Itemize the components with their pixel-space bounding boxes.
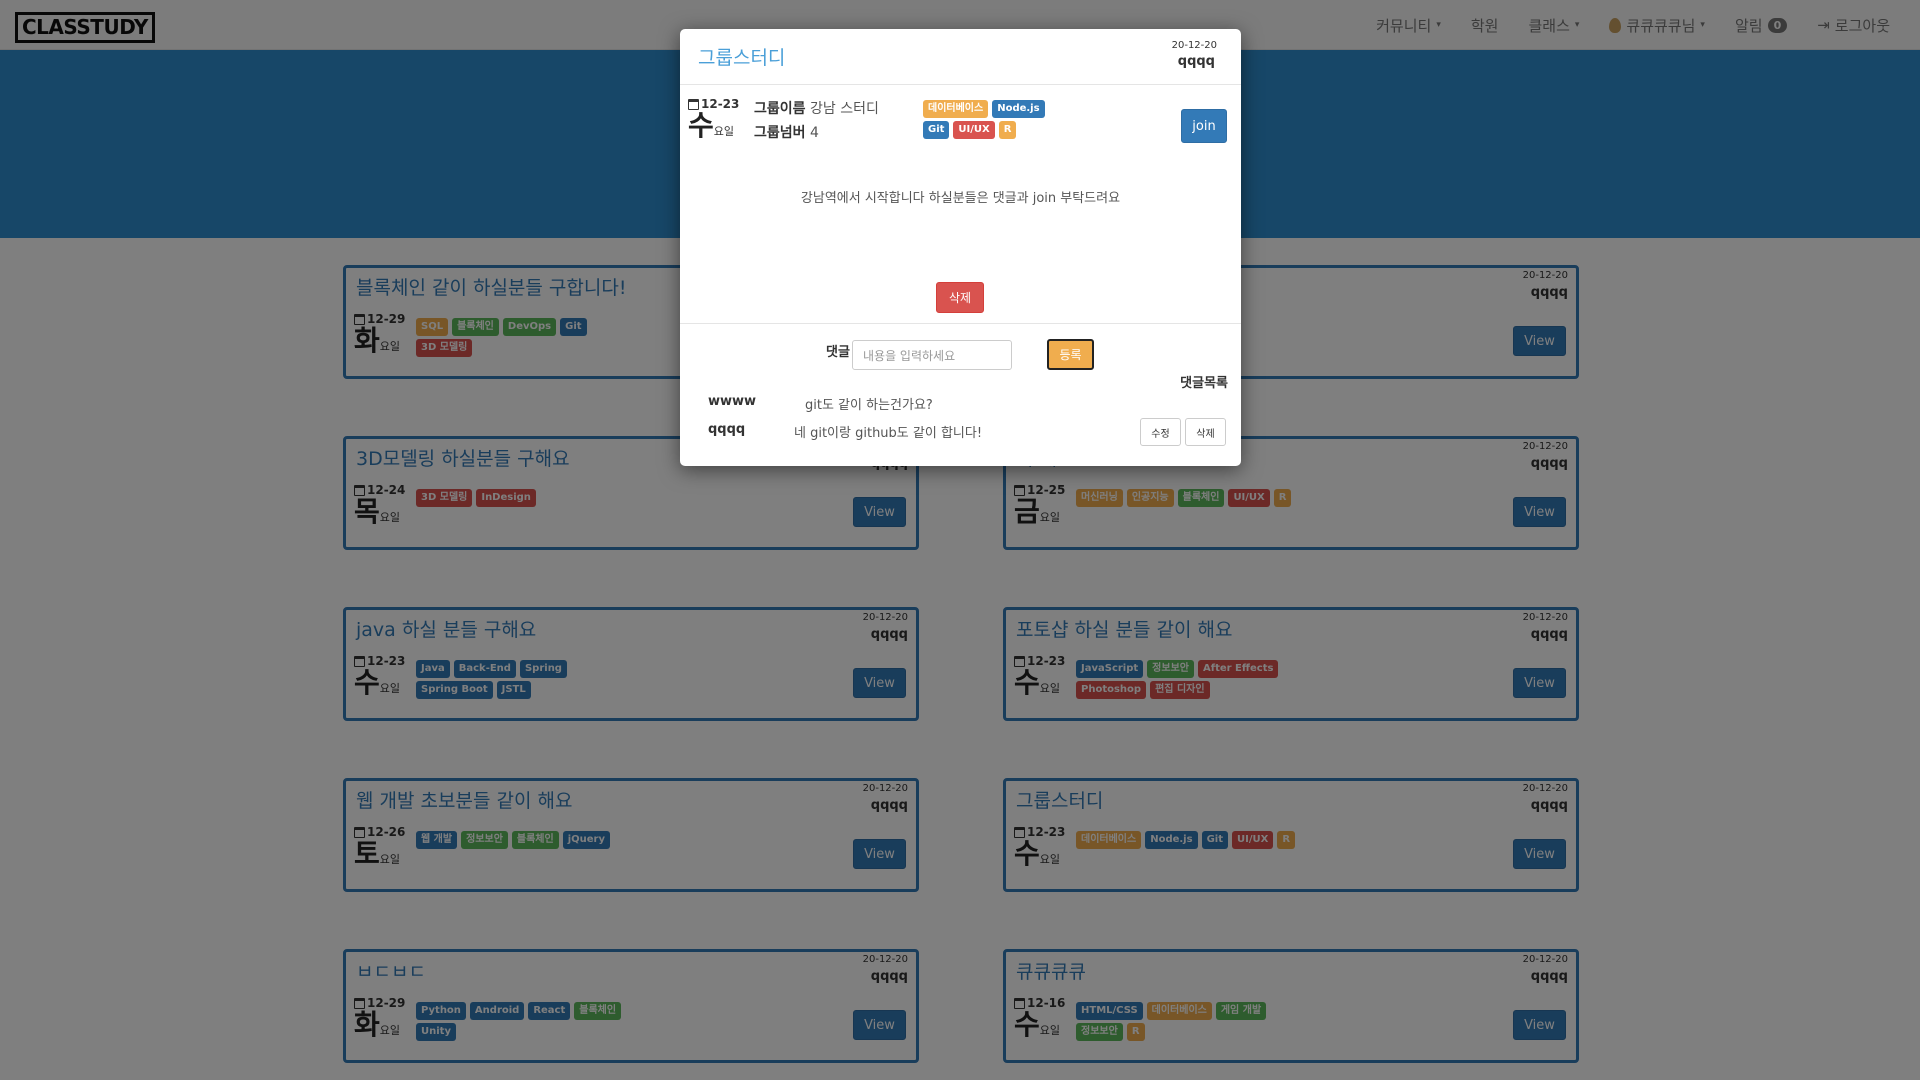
group-name-label: 그룹이름	[754, 101, 806, 117]
modal-posted-date: 20-12-20	[1171, 40, 1217, 51]
calendar-icon	[688, 98, 699, 110]
comment-row: wwww git도 같이 하는건가요?	[680, 390, 1241, 414]
tech-tag: Node.js	[992, 100, 1045, 118]
edit-comment-button[interactable]: 수정	[1140, 418, 1181, 446]
tech-tag: Git	[923, 121, 950, 139]
join-button[interactable]: join	[1181, 109, 1227, 143]
modal-day: 12-23 수요일	[688, 97, 743, 141]
comment-input[interactable]: 내용을 입력하세요	[852, 340, 1012, 370]
comment-text: git도 같이 하는건가요?	[805, 398, 933, 413]
study-detail-modal: 그룹스터디 20-12-20 qqqq 12-23 수요일 그룹이름 강남 스터…	[680, 29, 1241, 466]
tech-tag: R	[998, 121, 1017, 139]
comment-text: 네 git이랑 github도 같이 합니다!	[794, 426, 983, 441]
modal-author: qqqq	[1177, 54, 1215, 69]
delete-comment-button[interactable]: 삭제	[1185, 418, 1226, 446]
comment-list-title: 댓글목록	[1180, 376, 1228, 391]
modal-divider	[680, 323, 1241, 324]
comment-submit-button[interactable]: 등록	[1047, 339, 1094, 370]
modal-weekday-suffix: 요일	[713, 125, 735, 138]
comment-row: qqqq 네 git이랑 github도 같이 합니다! 수정 삭제	[680, 418, 1241, 446]
modal-weekday: 수	[688, 109, 714, 142]
group-number-label: 그룹넘버	[754, 125, 806, 141]
group-name: 강남 스터디	[809, 101, 879, 117]
tech-tag: 데이터베이스	[923, 100, 989, 118]
modal-header: 그룹스터디 20-12-20 qqqq	[680, 29, 1241, 85]
delete-post-button[interactable]: 삭제	[936, 282, 984, 313]
modal-tags: 데이터베이스 Node.js Git UI/UX R	[923, 100, 1053, 139]
comment-user: qqqq	[708, 422, 746, 437]
comment-label: 댓글	[826, 345, 850, 360]
modal-title: 그룹스터디	[698, 47, 786, 69]
comment-user: wwww	[708, 394, 757, 409]
group-number: 4	[809, 125, 819, 141]
modal-content: 강남역에서 시작합니다 하실분들은 댓글과 join 부탁드려요	[800, 191, 1121, 206]
tech-tag: UI/UX	[953, 121, 995, 139]
modal-group-info: 그룹이름 강남 스터디 그룹넘버 4	[754, 97, 879, 145]
